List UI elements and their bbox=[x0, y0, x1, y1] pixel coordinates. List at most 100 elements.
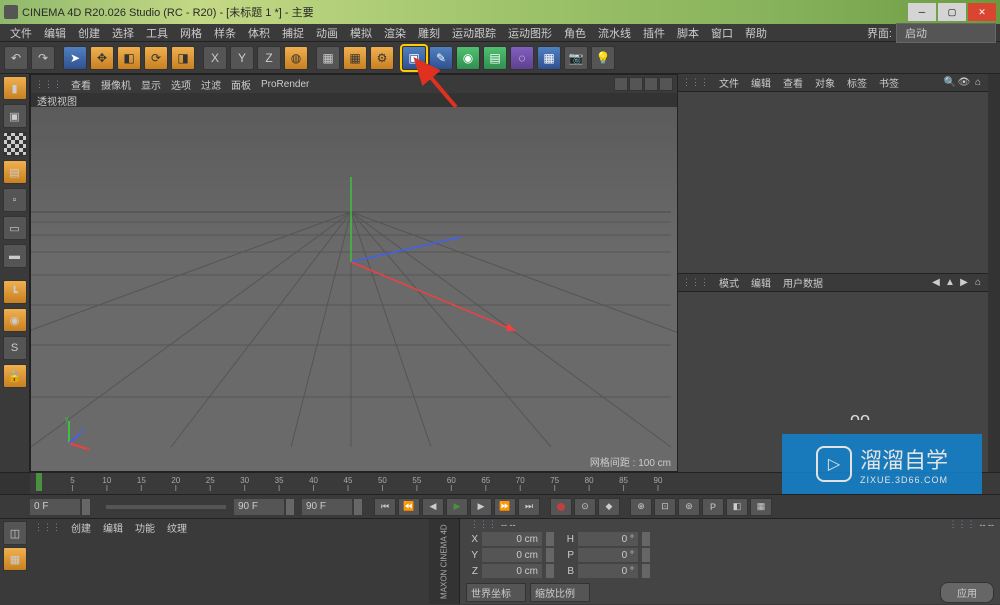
menu-render[interactable]: 渲染 bbox=[378, 25, 412, 41]
coord-rot-H[interactable]: 0 ° bbox=[578, 532, 638, 546]
add-nurbs-button[interactable]: ◉ bbox=[456, 46, 480, 70]
close-button[interactable]: ✕ bbox=[968, 3, 996, 21]
menu-select[interactable]: 选择 bbox=[106, 25, 140, 41]
stepper-icon[interactable] bbox=[354, 499, 362, 515]
coord-system-button[interactable]: ◍ bbox=[284, 46, 308, 70]
mat-tab-function[interactable]: 功能 bbox=[129, 520, 161, 535]
add-light-button[interactable]: 💡 bbox=[591, 46, 615, 70]
live-select-tool[interactable]: ➤ bbox=[63, 46, 87, 70]
menu-animate[interactable]: 动画 bbox=[310, 25, 344, 41]
stepper-icon[interactable] bbox=[642, 532, 650, 546]
vp-menu-options[interactable]: 选项 bbox=[166, 77, 196, 92]
menu-character[interactable]: 角色 bbox=[558, 25, 592, 41]
param-track-button[interactable]: P bbox=[702, 498, 724, 516]
search-icon[interactable]: 🔍 bbox=[944, 77, 956, 89]
model-mode-button[interactable]: ▮ bbox=[3, 76, 27, 100]
autokey-button[interactable]: ⊙ bbox=[574, 498, 596, 516]
object-mode-button[interactable]: ▣ bbox=[3, 104, 27, 128]
snap-button[interactable]: S bbox=[3, 336, 27, 360]
menu-spline[interactable]: 样条 bbox=[208, 25, 242, 41]
next-key-button[interactable]: ⏩ bbox=[494, 498, 516, 516]
am-tab-userdata[interactable]: 用户数据 bbox=[777, 275, 829, 290]
add-spline-button[interactable]: ✎ bbox=[429, 46, 453, 70]
om-tab-tags[interactable]: 标签 bbox=[841, 75, 873, 90]
goto-start-button[interactable]: ⏮ bbox=[374, 498, 396, 516]
menu-pipeline[interactable]: 流水线 bbox=[592, 25, 637, 41]
scale-tool[interactable]: ◧ bbox=[117, 46, 141, 70]
coord-pos-X[interactable]: 0 cm bbox=[482, 532, 542, 546]
prev-key-button[interactable]: ⏪ bbox=[398, 498, 420, 516]
vp-menu-view[interactable]: 查看 bbox=[66, 77, 96, 92]
prev-icon[interactable]: ◀ bbox=[930, 276, 942, 288]
material-list[interactable] bbox=[30, 535, 429, 604]
menu-mesh[interactable]: 网格 bbox=[174, 25, 208, 41]
layout-selector[interactable]: 启动 bbox=[896, 23, 996, 43]
menu-help[interactable]: 帮助 bbox=[739, 25, 773, 41]
home-icon[interactable]: ⌂ bbox=[972, 276, 984, 288]
vp-menu-panel[interactable]: 面板 bbox=[226, 77, 256, 92]
menu-volume[interactable]: 体积 bbox=[242, 25, 276, 41]
attribute-body[interactable] bbox=[678, 292, 988, 473]
render-picture-button[interactable]: ▦ bbox=[343, 46, 367, 70]
workplane-button[interactable]: ▤ bbox=[3, 160, 27, 184]
move-tool[interactable]: ✥ bbox=[90, 46, 114, 70]
coord-pos-Z[interactable]: 0 cm bbox=[482, 564, 542, 578]
vp-menu-prorender[interactable]: ProRender bbox=[256, 79, 314, 90]
vp-menu-display[interactable]: 显示 bbox=[136, 77, 166, 92]
pla-track-button[interactable]: ◧ bbox=[726, 498, 748, 516]
coord-scale-selector[interactable]: 缩放比例 bbox=[530, 583, 590, 602]
stepper-icon[interactable] bbox=[546, 548, 554, 562]
right-scroll-strip[interactable] bbox=[988, 74, 1000, 472]
apply-button[interactable]: 应用 bbox=[940, 582, 994, 603]
keyframe-sel-button[interactable]: ◆ bbox=[598, 498, 620, 516]
z-axis-lock[interactable]: Z bbox=[257, 46, 281, 70]
viewport-canvas[interactable]: y x z 网格间距 : 100 cm bbox=[31, 107, 677, 471]
menu-window[interactable]: 窗口 bbox=[705, 25, 739, 41]
timeline-ruler[interactable]: 051015202530354045505560657075808590 bbox=[30, 473, 1000, 494]
coord-rot-B[interactable]: 0 ° bbox=[578, 564, 638, 578]
material-icon[interactable]: ▦ bbox=[3, 547, 27, 571]
add-camera-button[interactable]: 📷 bbox=[564, 46, 588, 70]
redo-button[interactable]: ↷ bbox=[31, 46, 55, 70]
mat-tab-create[interactable]: 创建 bbox=[65, 520, 97, 535]
goto-end-button[interactable]: ⏭ bbox=[518, 498, 540, 516]
om-tab-objects[interactable]: 对象 bbox=[809, 75, 841, 90]
stepper-icon[interactable] bbox=[82, 499, 90, 515]
x-axis-lock[interactable]: X bbox=[203, 46, 227, 70]
sound-button[interactable]: ▦ bbox=[750, 498, 772, 516]
vp-zoom-icon[interactable] bbox=[629, 77, 643, 91]
rotate-tool[interactable]: ⟳ bbox=[144, 46, 168, 70]
last-tool[interactable]: ◨ bbox=[171, 46, 195, 70]
menu-edit[interactable]: 编辑 bbox=[38, 25, 72, 41]
home-icon[interactable]: ⌂ bbox=[972, 77, 984, 89]
vp-rotate-icon[interactable] bbox=[644, 77, 658, 91]
point-mode-button[interactable]: ▫ bbox=[3, 188, 27, 212]
mat-tab-texture[interactable]: 纹理 bbox=[161, 520, 193, 535]
coord-pos-Y[interactable]: 0 cm bbox=[482, 548, 542, 562]
coord-space-selector[interactable]: 世界坐标 bbox=[466, 583, 526, 602]
polygon-mode-button[interactable]: ▬ bbox=[3, 244, 27, 268]
vp-menu-camera[interactable]: 摄像机 bbox=[96, 77, 136, 92]
menu-sculpt[interactable]: 雕刻 bbox=[412, 25, 446, 41]
menu-file[interactable]: 文件 bbox=[4, 25, 38, 41]
end-frame-field[interactable]: 90 F bbox=[234, 499, 284, 515]
am-tab-edit[interactable]: 编辑 bbox=[745, 275, 777, 290]
stepper-icon[interactable] bbox=[546, 564, 554, 578]
stepper-icon[interactable] bbox=[546, 532, 554, 546]
pos-track-button[interactable]: ⊕ bbox=[630, 498, 652, 516]
add-cube-button[interactable]: ▣ bbox=[402, 46, 426, 70]
vp-pan-icon[interactable] bbox=[614, 77, 628, 91]
vp-menu-filter[interactable]: 过滤 bbox=[196, 77, 226, 92]
axis-button[interactable]: ┗ bbox=[3, 280, 27, 304]
object-list-area[interactable] bbox=[678, 92, 988, 273]
next-icon[interactable]: ▶ bbox=[958, 276, 970, 288]
render-settings-button[interactable]: ⚙ bbox=[370, 46, 394, 70]
om-tab-edit[interactable]: 编辑 bbox=[745, 75, 777, 90]
add-environment-button[interactable]: ▦ bbox=[537, 46, 561, 70]
up-icon[interactable]: ▲ bbox=[944, 276, 956, 288]
mat-tab-edit[interactable]: 编辑 bbox=[97, 520, 129, 535]
render-view-button[interactable]: ▦ bbox=[316, 46, 340, 70]
menu-mograph[interactable]: 运动图形 bbox=[502, 25, 558, 41]
rot-track-button[interactable]: ⊚ bbox=[678, 498, 700, 516]
menu-plugin[interactable]: 插件 bbox=[637, 25, 671, 41]
